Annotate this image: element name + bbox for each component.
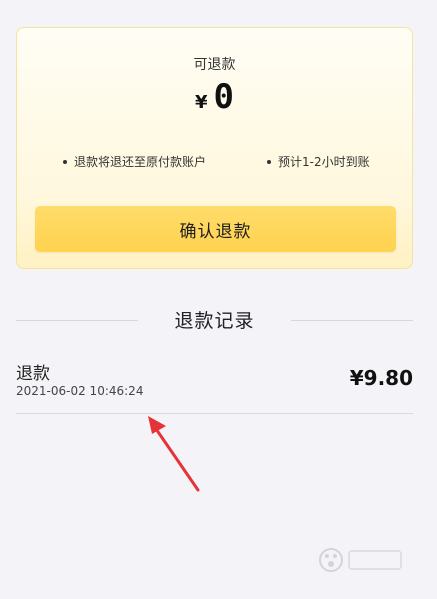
- refund-card: 可退款 ¥ 0 退款将退还至原付款账户 预计1-2小时到账 确认退款: [16, 27, 413, 269]
- refund-records-header: 退款记录: [16, 306, 413, 336]
- record-amount: ¥9.80: [349, 366, 413, 390]
- note-text: 退款将退还至原付款账户: [74, 155, 207, 169]
- confirm-refund-button[interactable]: 确认退款: [35, 206, 396, 252]
- watermark-logo-icon: [319, 548, 402, 572]
- divider: [291, 320, 413, 321]
- currency-symbol: ¥: [194, 92, 208, 113]
- note-arrival-time: 预计1-2小时到账: [267, 153, 370, 170]
- annotation-arrow-icon: [148, 416, 200, 492]
- note-refund-destination: 退款将退还至原付款账户: [63, 153, 206, 170]
- refund-page: 可退款 ¥ 0 退款将退还至原付款账户 预计1-2小时到账 确认退款 退款记录 …: [0, 0, 437, 599]
- bullet-icon: [63, 159, 67, 164]
- refundable-amount: ¥ 0: [17, 80, 412, 114]
- list-item[interactable]: 退款 2021-06-02 10:46:24 ¥9.80: [16, 356, 413, 414]
- amount-value: 0: [213, 77, 234, 117]
- refundable-label: 可退款: [193, 57, 236, 73]
- record-timestamp: 2021-06-02 10:46:24: [16, 384, 144, 398]
- record-title: 退款: [16, 364, 50, 384]
- bullet-icon: [267, 159, 271, 164]
- note-text: 预计1-2小时到账: [278, 155, 370, 169]
